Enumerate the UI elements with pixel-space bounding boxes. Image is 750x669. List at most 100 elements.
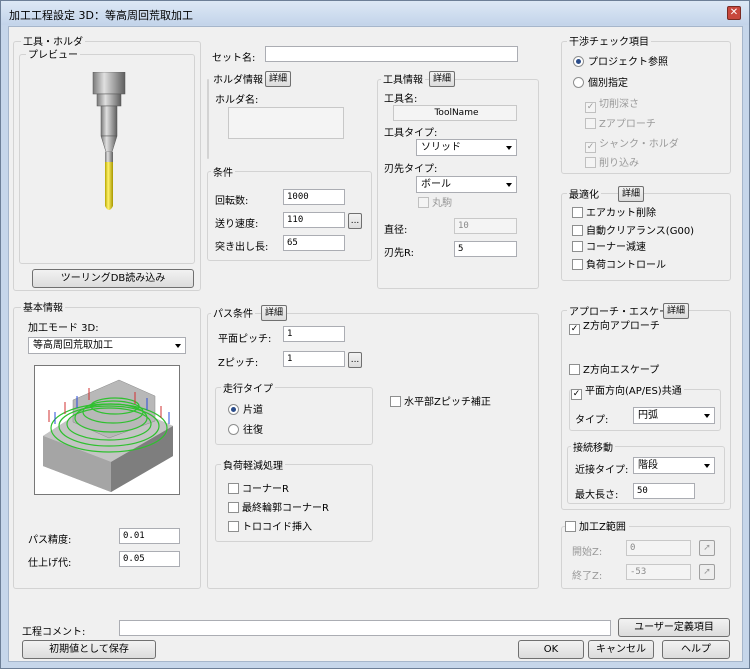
- chevron-down-icon: [704, 464, 710, 468]
- feed-browse-button[interactable]: ...: [348, 213, 362, 229]
- oneway-radio[interactable]: 片道: [228, 404, 263, 417]
- auto-clearance-label: 自動クリアランス(G00): [586, 226, 695, 237]
- project-reference-radio[interactable]: プロジェクト参照: [573, 56, 668, 69]
- close-icon[interactable]: ✕: [727, 6, 741, 20]
- chevron-down-icon: [704, 414, 710, 418]
- auto-clearance-checkbox[interactable]: 自動クリアランス(G00): [572, 225, 694, 238]
- z-range-label: 加工Z範囲: [579, 522, 626, 533]
- load-control-checkbox[interactable]: 負荷コントロール: [572, 259, 666, 272]
- toolpath-preview-image: [34, 365, 180, 495]
- round-piece-checkbox[interactable]: 丸駒: [418, 197, 452, 210]
- individual-radio[interactable]: 個別指定: [573, 77, 628, 90]
- air-cut-label: エアカット削除: [586, 208, 656, 219]
- trochoid-checkbox[interactable]: トロコイド挿入: [228, 521, 312, 534]
- optimize-label: 最適化: [567, 186, 601, 201]
- checkbox-box: [572, 241, 583, 252]
- save-as-default-button[interactable]: 初期値として保存: [22, 640, 156, 659]
- z-pitch-input[interactable]: 1: [283, 351, 345, 367]
- holder-name-label: ホルダ名:: [215, 95, 259, 106]
- z-pitch-label: Zピッチ:: [218, 358, 259, 369]
- end-z-label: 終了Z:: [572, 571, 603, 582]
- machining-mode-value: 等高周回荒取加工: [33, 340, 113, 351]
- checkbox-box: [418, 197, 429, 208]
- plane-pitch-input[interactable]: 1: [283, 326, 345, 342]
- cancel-button[interactable]: キャンセル: [588, 640, 654, 659]
- tool-detail-button[interactable]: 詳細: [429, 71, 456, 87]
- corner-r-checkbox[interactable]: コーナーR: [228, 483, 289, 496]
- finish-allowance-label: 仕上げ代:: [28, 558, 72, 569]
- interference-label: 干渉チェック項目: [567, 33, 651, 48]
- dialog-window: 加工工程設定 3D：等高周回荒取加工 ✕ 工具・ホルダ プレビュー ツーリングD…: [0, 0, 750, 669]
- preview-label: プレビュー: [26, 46, 80, 61]
- max-length-input[interactable]: 50: [633, 483, 695, 499]
- finish-allowance-input[interactable]: 0.05: [119, 551, 180, 567]
- check-icon: ✓: [585, 102, 596, 113]
- set-name-input[interactable]: [265, 46, 518, 62]
- approach-type-value: 円弧: [638, 410, 658, 421]
- holder-name-field: [228, 107, 344, 139]
- shank-holder-checkbox[interactable]: ✓ シャンク・ホルダ: [585, 138, 679, 153]
- end-z-pick-icon[interactable]: ➚: [699, 564, 715, 580]
- machining-mode-select[interactable]: 等高周回荒取加工: [28, 337, 186, 354]
- chevron-down-icon: [175, 344, 181, 348]
- conn-type-select[interactable]: 階段: [633, 457, 715, 474]
- air-cut-checkbox[interactable]: エアカット削除: [572, 207, 656, 220]
- tool-name-label: 工具名:: [384, 94, 418, 105]
- start-z-label: 開始Z:: [572, 547, 603, 558]
- check-icon: ✓: [569, 324, 580, 335]
- checkbox-box: [572, 225, 583, 236]
- start-z-pick-icon[interactable]: ➚: [699, 540, 715, 556]
- project-reference-label: プロジェクト参照: [588, 57, 668, 68]
- tip-radius-input[interactable]: 5: [454, 241, 517, 257]
- z-escape-label: Z方向エスケープ: [583, 365, 660, 376]
- process-comment-input[interactable]: [119, 620, 611, 636]
- holder-detail-button[interactable]: 詳細: [265, 71, 292, 87]
- individual-label: 個別指定: [588, 78, 628, 89]
- checkbox-box: [585, 157, 596, 168]
- horizontal-z-pitch-label: 水平部Zピッチ補正: [404, 397, 491, 408]
- ok-button[interactable]: OK: [518, 640, 584, 659]
- cut-in-checkbox[interactable]: 削り込み: [585, 157, 639, 170]
- plane-direction-checkbox[interactable]: ✓ 平面方向(AP/ES)共通: [571, 385, 684, 400]
- tooling-db-load-button[interactable]: ツーリングDB読み込み: [32, 269, 194, 288]
- path-detail-button[interactable]: 詳細: [261, 305, 288, 321]
- feed-input[interactable]: 110: [283, 212, 345, 228]
- chevron-down-icon: [506, 146, 512, 150]
- z-approach-check-label: Zアプローチ: [599, 119, 656, 130]
- optimize-detail-button[interactable]: 詳細: [618, 186, 645, 202]
- final-contour-corner-r-checkbox[interactable]: 最終輪郭コーナーR: [228, 502, 329, 515]
- help-button[interactable]: ヘルプ: [662, 640, 730, 659]
- roundtrip-radio[interactable]: 往復: [228, 424, 263, 437]
- conditions-label: 条件: [211, 164, 235, 179]
- z-escape-checkbox[interactable]: Z方向エスケープ: [569, 364, 659, 377]
- checkbox-box: [228, 483, 239, 494]
- diameter-label: 直径:: [384, 225, 408, 236]
- corner-decel-label: コーナー減速: [586, 242, 646, 253]
- plane-pitch-label: 平面ピッチ:: [218, 334, 272, 345]
- tip-type-select[interactable]: ボール: [416, 176, 517, 193]
- tool-type-select[interactable]: ソリッド: [416, 139, 517, 156]
- z-approach-check-checkbox[interactable]: Zアプローチ: [585, 118, 656, 131]
- z-range-checkbox[interactable]: 加工Z範囲: [565, 521, 629, 534]
- z-pitch-browse-button[interactable]: ...: [348, 352, 362, 368]
- stickout-input[interactable]: 65: [283, 235, 345, 251]
- checkbox-box: [228, 502, 239, 513]
- holder-info-group: [207, 79, 209, 159]
- rpm-input[interactable]: 1000: [283, 189, 345, 205]
- final-contour-corner-r-label: 最終輪郭コーナーR: [242, 503, 329, 514]
- stickout-label: 突き出し長:: [215, 242, 269, 253]
- user-defined-button[interactable]: ユーザー定義項目: [618, 618, 730, 637]
- approach-type-select[interactable]: 円弧: [633, 407, 715, 424]
- conn-type-value: 階段: [638, 460, 658, 471]
- z-approach-checkbox[interactable]: ✓ Z方向アプローチ: [569, 320, 660, 335]
- dialog-client: 工具・ホルダ プレビュー ツーリングDB読み込み セット名: ホルダ情報 詳細 …: [8, 26, 743, 662]
- corner-r-label: コーナーR: [242, 484, 289, 495]
- corner-decel-checkbox[interactable]: コーナー減速: [572, 241, 646, 254]
- radio-dot: [228, 424, 239, 435]
- dialog-title: 加工工程設定 3D：等高周回荒取加工: [9, 9, 193, 22]
- approach-detail-button[interactable]: 詳細: [663, 303, 690, 319]
- horizontal-z-pitch-checkbox[interactable]: 水平部Zピッチ補正: [390, 396, 491, 409]
- path-accuracy-input[interactable]: 0.01: [119, 528, 180, 544]
- tool-name-field: ToolName: [393, 105, 517, 121]
- cut-depth-checkbox[interactable]: ✓ 切削深さ: [585, 98, 639, 113]
